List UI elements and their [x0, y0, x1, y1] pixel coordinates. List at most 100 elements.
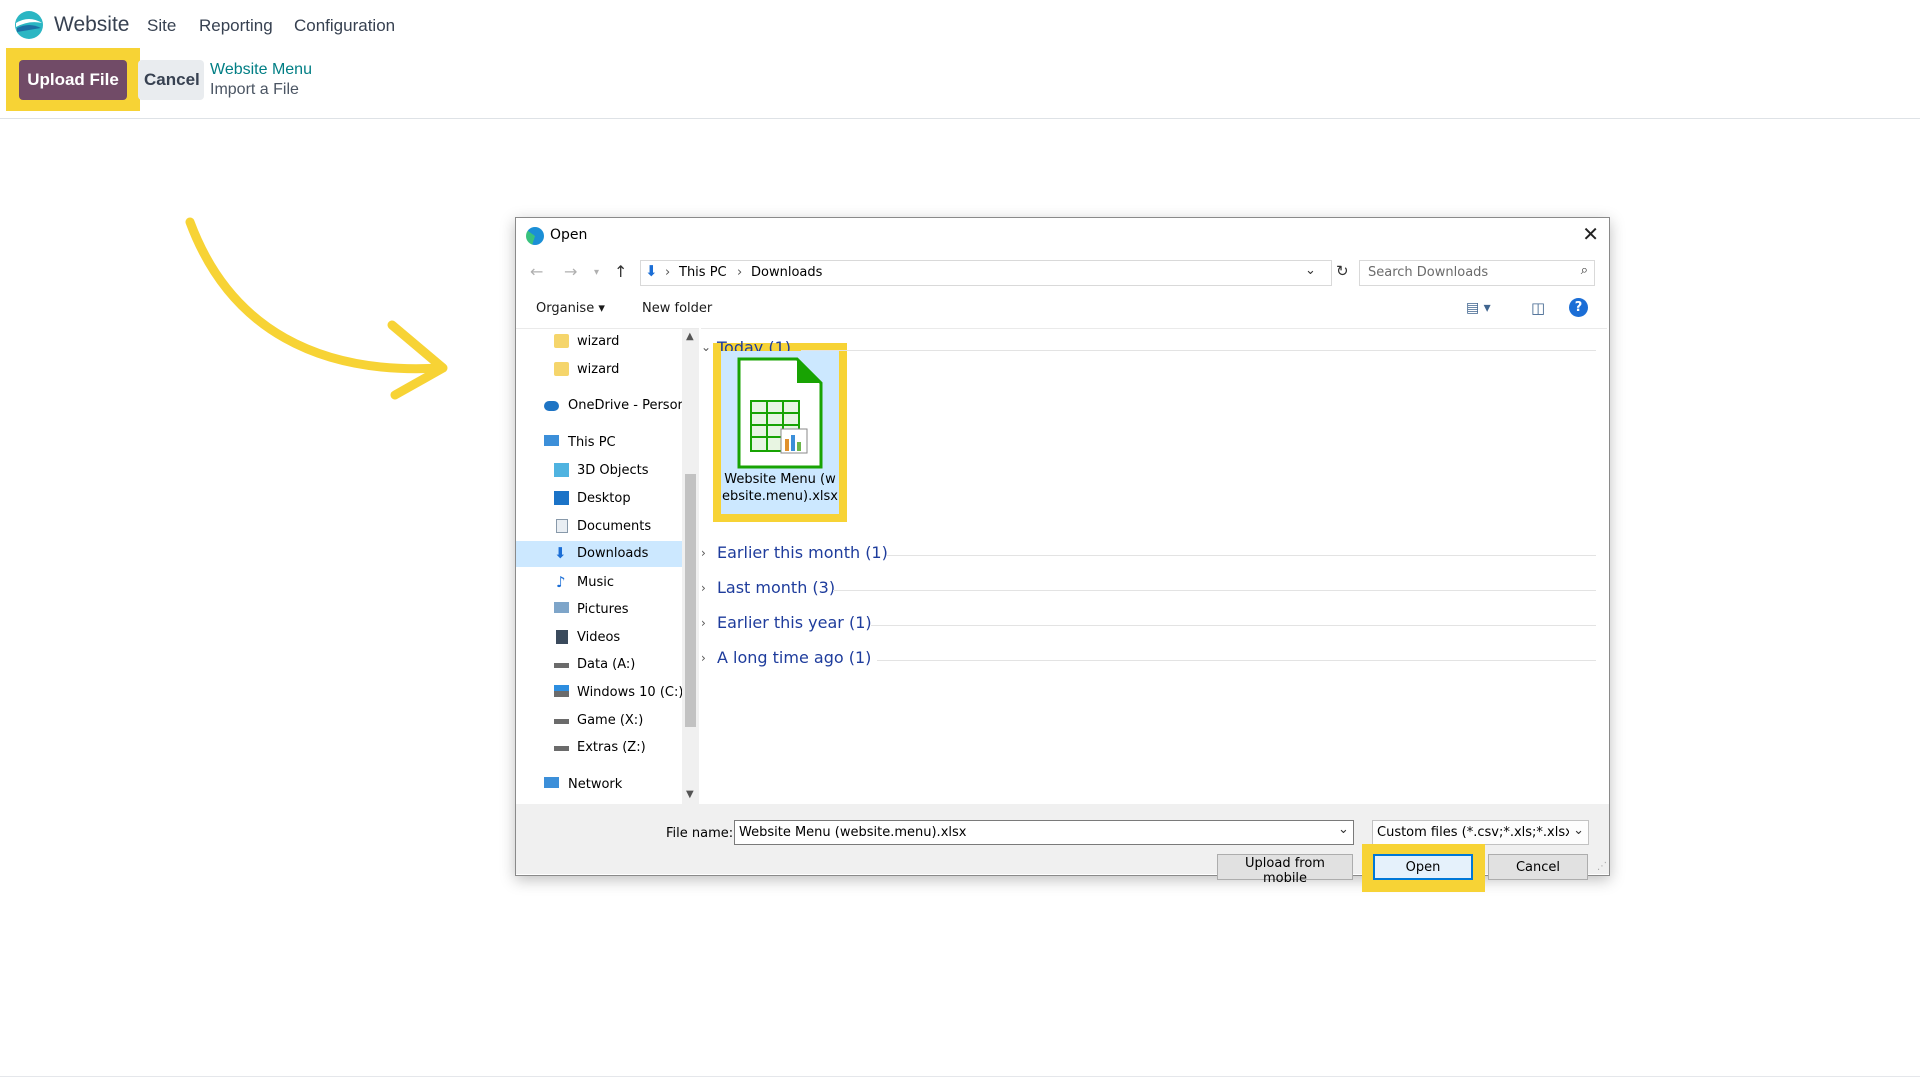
app-brand[interactable]: Website	[54, 13, 129, 37]
file-list: ⌄ Today (1) Website Menu (website.menu).…	[701, 328, 1607, 805]
group-divider	[833, 590, 1596, 591]
file-type-select[interactable]: Custom files (*.csv;*.xls;*.xlsx;*. ⌄	[1372, 820, 1589, 845]
group-divider	[871, 625, 1596, 626]
tree-item-wizard[interactable]: wizard	[516, 357, 682, 383]
menu-site[interactable]: Site	[147, 16, 176, 36]
file-item-website-menu[interactable]: Website Menu (website.menu).xlsx	[721, 351, 839, 514]
chevron-right-icon[interactable]: ›	[701, 581, 706, 595]
music-icon: ♪	[556, 573, 566, 591]
menu-reporting[interactable]: Reporting	[199, 16, 273, 36]
search-placeholder: Search Downloads	[1368, 265, 1489, 280]
chevron-down-icon[interactable]: ⌄	[1305, 263, 1316, 278]
chevron-right-icon[interactable]: ›	[701, 546, 706, 560]
group-divider	[801, 350, 1596, 351]
tree-item-label: OneDrive - Persor	[568, 398, 683, 413]
close-icon[interactable]: ✕	[1582, 222, 1599, 246]
tree-item-wizard[interactable]: wizard	[516, 329, 682, 355]
open-button[interactable]: Open	[1373, 854, 1473, 880]
tree-item-label: 3D Objects	[577, 463, 649, 478]
open-file-dialog: Open ✕ ← → ▾ ↑ ⬇ › This PC › Downloads ⌄…	[515, 217, 1610, 892]
upload-from-mobile-button[interactable]: Upload from mobile	[1217, 854, 1353, 886]
downloads-path-icon: ⬇	[645, 262, 658, 280]
breadcrumb-parent-link[interactable]: Website Menu	[210, 61, 312, 79]
path-this-pc[interactable]: This PC	[679, 265, 727, 280]
path-downloads[interactable]: Downloads	[751, 265, 822, 280]
computer-icon	[544, 435, 559, 446]
document-icon	[556, 519, 568, 533]
organise-label: Organise	[536, 301, 595, 316]
menu-configuration[interactable]: Configuration	[294, 16, 395, 36]
tree-item-3d-objects[interactable]: 3D Objects	[516, 458, 682, 484]
chevron-right-icon[interactable]: ›	[701, 616, 706, 630]
resize-grip-icon[interactable]: ⋰	[1597, 861, 1607, 872]
tree-item-this-pc[interactable]: This PC	[516, 430, 682, 456]
organise-menu[interactable]: Organise ▾	[536, 301, 605, 316]
address-bar[interactable]: ⬇ › This PC › Downloads ⌄	[640, 260, 1332, 286]
path-separator-icon: ›	[665, 265, 671, 280]
preview-pane-icon[interactable]: ◫	[1531, 299, 1545, 317]
drive-icon	[554, 719, 569, 724]
up-arrow-icon[interactable]: ↑	[614, 262, 627, 281]
drive-icon	[554, 663, 569, 668]
tree-item-downloads[interactable]: ⬇ Downloads	[516, 541, 682, 567]
tree-item-label: Pictures	[577, 602, 629, 617]
new-folder-button[interactable]: New folder	[642, 301, 712, 316]
cancel-button[interactable]: Cancel	[138, 60, 204, 100]
tree-item-pictures[interactable]: Pictures	[516, 597, 682, 623]
system-drive-icon	[554, 685, 569, 697]
group-earlier-this-year[interactable]: Earlier this year (1)	[717, 613, 872, 632]
file-name-input[interactable]	[734, 820, 1354, 845]
tree-scrollbar[interactable]: ▲ ▼	[682, 329, 699, 805]
tree-item-label: This PC	[568, 435, 616, 450]
tree-item-label: wizard	[577, 362, 620, 377]
tree-item-music[interactable]: ♪ Music	[516, 570, 682, 596]
tree-item-label: wizard	[577, 334, 620, 349]
navigation-pane: wizard wizard OneDrive - Persor This PC …	[516, 328, 699, 805]
chevron-down-icon[interactable]: ⌄	[1338, 822, 1349, 837]
download-icon: ⬇	[554, 544, 567, 562]
group-long-time-ago[interactable]: A long time ago (1)	[717, 648, 871, 667]
change-view-icon[interactable]: ▤ ▾	[1466, 300, 1491, 316]
dialog-footer: File name: ⌄ Custom files (*.csv;*.xls;*…	[516, 804, 1609, 892]
videos-icon	[556, 630, 568, 644]
chevron-right-icon[interactable]: ›	[701, 651, 706, 665]
tree-item-videos[interactable]: Videos	[516, 625, 682, 651]
group-earlier-this-month[interactable]: Earlier this month (1)	[717, 543, 888, 562]
tree-item-documents[interactable]: Documents	[516, 514, 682, 540]
scroll-down-icon[interactable]: ▼	[686, 789, 694, 800]
refresh-icon[interactable]: ↻	[1336, 262, 1349, 280]
tree-item-windows-drive[interactable]: Windows 10 (C:)	[516, 680, 684, 706]
tree-item-label: Game (X:)	[577, 713, 644, 728]
tree-item-label: Windows 10 (C:)	[577, 685, 684, 700]
chevron-down-icon[interactable]: ⌄	[701, 340, 711, 354]
help-icon[interactable]: ?	[1569, 298, 1588, 317]
scroll-up-icon[interactable]: ▲	[686, 331, 694, 342]
back-arrow-icon[interactable]: ←	[530, 262, 543, 281]
tree-item-extras-drive[interactable]: Extras (Z:)	[516, 735, 682, 761]
tree-item-game-drive[interactable]: Game (X:)	[516, 708, 682, 734]
dialog-title: Open	[550, 227, 588, 243]
top-navbar: Website Site Reporting Configuration	[0, 0, 1920, 50]
search-icon: ⌕	[1580, 263, 1588, 278]
tree-item-label: Extras (Z:)	[577, 740, 646, 755]
website-app-logo-icon[interactable]	[14, 10, 44, 40]
tree-item-network[interactable]: Network	[516, 772, 682, 798]
browser-edge-icon	[526, 227, 544, 245]
group-divider	[877, 660, 1596, 661]
tree-item-desktop[interactable]: Desktop	[516, 486, 682, 512]
tree-item-label: Data (A:)	[577, 657, 636, 672]
folder-icon	[554, 362, 569, 376]
tree-item-label: Videos	[577, 630, 621, 645]
recent-locations-icon[interactable]: ▾	[594, 267, 599, 278]
forward-arrow-icon[interactable]: →	[564, 262, 577, 281]
spreadsheet-file-icon	[737, 357, 823, 469]
search-downloads-input[interactable]: Search Downloads ⌕	[1359, 260, 1595, 286]
chevron-down-icon: ▾	[598, 301, 605, 316]
upload-file-button[interactable]: Upload File	[19, 60, 127, 100]
tree-item-onedrive[interactable]: OneDrive - Persor	[516, 393, 683, 419]
group-last-month[interactable]: Last month (3)	[717, 578, 835, 597]
scrollbar-thumb[interactable]	[685, 474, 696, 727]
tree-item-data-drive[interactable]: Data (A:)	[516, 652, 682, 678]
tree-item-label: Network	[568, 777, 623, 792]
dialog-cancel-button[interactable]: Cancel	[1488, 854, 1588, 880]
